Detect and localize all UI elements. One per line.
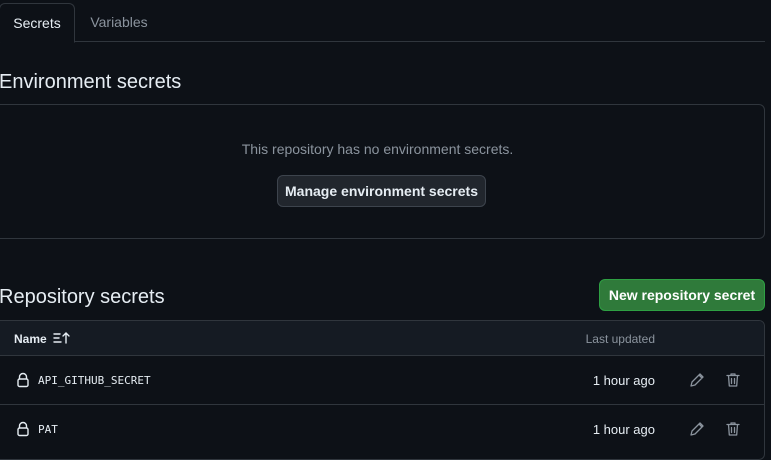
- table-row: API_GITHUB_SECRET 1 hour ago: [0, 356, 764, 405]
- pencil-icon[interactable]: [688, 420, 706, 438]
- column-header-last-updated: Last updated: [585, 332, 655, 346]
- column-header-name[interactable]: Name: [14, 332, 47, 346]
- environment-empty-message: This repository has no environment secre…: [241, 141, 514, 157]
- tab-secrets[interactable]: Secrets: [0, 3, 75, 43]
- sort-ascending-icon[interactable]: [53, 331, 71, 345]
- environment-secrets-panel: This repository has no environment secre…: [0, 104, 765, 239]
- table-row: PAT 1 hour ago: [0, 405, 764, 454]
- new-repository-secret-button[interactable]: New repository secret: [599, 279, 765, 311]
- lock-icon: [15, 421, 31, 437]
- trash-icon[interactable]: [724, 371, 742, 389]
- repository-secrets-heading: Repository secrets: [0, 286, 165, 308]
- tab-bar: Secrets Variables: [0, 0, 765, 43]
- trash-icon[interactable]: [724, 420, 742, 438]
- secret-name: PAT: [38, 423, 58, 436]
- pencil-icon[interactable]: [688, 371, 706, 389]
- table-header: Name Last updated: [0, 321, 764, 356]
- secret-name: API_GITHUB_SECRET: [38, 374, 151, 387]
- environment-secrets-heading: Environment secrets: [0, 71, 182, 93]
- secret-last-updated: 1 hour ago: [592, 373, 655, 388]
- manage-environment-secrets-button[interactable]: Manage environment secrets: [277, 175, 486, 207]
- repository-secrets-table: Name Last updated API_GITHUB_SECRET 1 ho…: [0, 320, 765, 460]
- secret-last-updated: 1 hour ago: [592, 422, 655, 437]
- lock-icon: [15, 372, 31, 388]
- tab-variables[interactable]: Variables: [76, 3, 162, 42]
